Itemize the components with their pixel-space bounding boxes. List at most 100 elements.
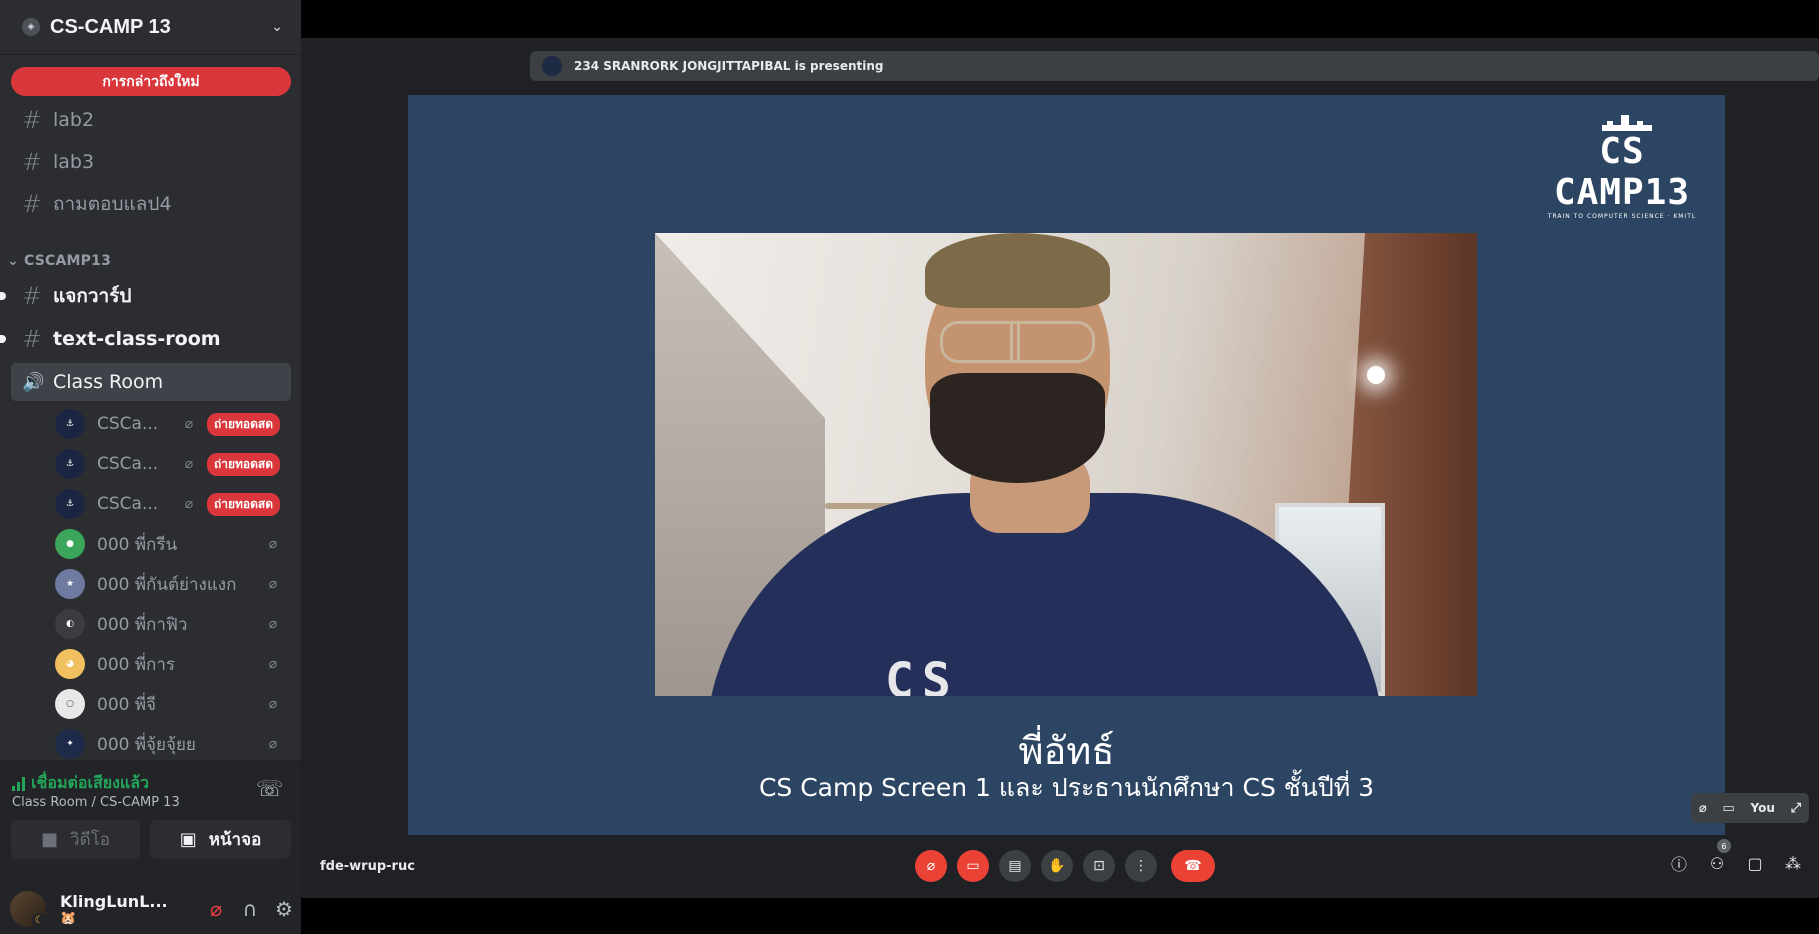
voice-user[interactable]: ★ 000 พี่กันต์ย่างแงก ⌀ [55,566,291,602]
channel-sidebar: ◈ CS-CAMP 13 ⌄ lab1 การกล่าวถึงใหม่ # la… [0,0,301,934]
text-channel-icon: # [22,106,43,134]
present-icon[interactable]: ⊡ [1083,850,1115,882]
channel-lab2[interactable]: # lab2 [11,101,291,139]
voice-user-name: CSCa... [97,454,159,474]
new-mentions-banner[interactable]: การกล่าวถึงใหม่ [11,67,291,96]
muted-mic-icon: ⌀ [268,576,278,592]
voice-user-name: CSCa... [97,414,159,434]
guild-header[interactable]: ◈ CS-CAMP 13 ⌄ [0,0,301,55]
person-hair [925,233,1110,308]
voice-user-name: 000 พี่จี [97,694,157,715]
muted-mic-icon: ⌀ [184,496,194,512]
raise-hand-icon[interactable]: ✋ [1041,850,1073,882]
signal-icon [12,776,25,791]
end-call-icon[interactable]: ☎ [1171,850,1215,882]
shirt-print: CS CAMP13 [885,653,959,696]
avatar: ✦ [55,729,85,759]
voice-status-label: เชื่อมต่อเสียงแล้ว [31,773,150,792]
participant-count: 6 [1717,839,1731,853]
voice-user[interactable]: ⚓ CSCa... ⌀ ถ่ายทอดสด [55,406,291,442]
channel-warp[interactable]: # แจกวาร์ป [0,277,291,315]
voice-user[interactable]: ◐ 000 พี่กาฟิว ⌀ [55,606,291,642]
headphones-icon[interactable]: ∩ [233,897,267,921]
channel-label: Class Room [53,371,164,393]
activities-icon[interactable]: ⁂ [1783,853,1803,873]
voice-user[interactable]: ● 000 พี่กรีน ⌀ [55,526,291,562]
avatar[interactable]: ☾ [10,891,46,927]
avatar: ● [55,529,85,559]
ceiling-light [1367,366,1385,384]
presenting-label: 234 SRANRORK JONGJITTAPIBAL is presentin… [574,59,884,73]
live-badge: ถ่ายทอดสด [206,412,280,436]
chevron-down-icon[interactable]: ⌄ [271,19,283,35]
user-info[interactable]: KlingLunL... 🐹 [60,892,199,926]
live-badge: ถ่ายทอดสด [206,452,280,476]
channel-label: text-class-room [53,328,221,350]
meeting-controls: ⌀ ▭ ▤ ✋ ⊡ ⋮ ☎ [915,850,1215,882]
camera-off-icon: ▭ [1722,800,1735,816]
channel-text-class-room[interactable]: # text-class-room [0,320,291,358]
stream-view: 234 SRANRORK JONGJITTAPIBAL is presentin… [301,0,1819,934]
camera-off-icon[interactable]: ▭ [957,850,989,882]
voice-user-name: 000 พี่กันต์ย่างแงก [97,574,237,595]
video-button[interactable]: ■ วิดีโอ [11,820,140,859]
live-badge: ถ่ายทอดสด [206,492,280,516]
channel-qa-lab4[interactable]: # ถามตอบแลป4 [11,185,291,223]
voice-user[interactable]: ○ 000 พี่จี ⌀ [55,686,291,722]
avatar: ◐ [55,609,85,639]
expand-icon[interactable]: ⤢ [1791,801,1801,816]
app-window: ◈ CS-CAMP 13 ⌄ lab1 การกล่าวถึงใหม่ # la… [0,0,1819,934]
voice-user[interactable]: ⚓ CSCa... ⌀ ถ่ายทอดสด [55,486,291,522]
logo-subtext: TRAIN TO COMPUTER SCIENCE · KMITL [1547,213,1697,220]
voice-channel-class-room[interactable]: 🔊 Class Room [11,363,291,401]
guild-boost-icon: ◈ [22,18,40,36]
people-icon[interactable]: ⚇ 6 [1707,839,1731,873]
disconnect-icon[interactable]: ☏ [256,777,284,802]
glasses-bridge [1010,321,1020,363]
presenting-bar: 234 SRANRORK JONGJITTAPIBAL is presentin… [530,51,1819,81]
muted-mic-icon: ⌀ [184,416,194,432]
meeting-code: fde-wrup-ruc [320,859,415,874]
user-custom-status: 🐹 [60,911,77,926]
voice-location[interactable]: Class Room / CS-CAMP 13 [12,795,180,810]
voice-user[interactable]: ✦ 000 พี่จุ้ยจุ้ยย ⌀ [55,726,291,762]
unread-indicator [0,335,6,343]
chat-icon[interactable]: ▢ [1745,853,1765,873]
speaker-role: CS Camp Screen 1 และ ประธานนักศึกษา CS ช… [758,773,1375,802]
category-header[interactable]: ⌄ CSCAMP13 [7,253,111,269]
voice-user[interactable]: ⚓ CSCa... ⌀ ถ่ายทอดสด [55,446,291,482]
more-options-icon[interactable]: ⋮ [1125,850,1157,882]
muted-mic-icon: ⌀ [268,536,278,552]
person-beard [930,373,1105,483]
captions-icon[interactable]: ▤ [999,850,1031,882]
voice-user[interactable]: ◕ 000 พี่การ ⌀ [55,646,291,682]
channel-label: ถามตอบแลป4 [53,193,172,215]
avatar: ⚓ [55,409,85,439]
muted-mic-icon: ⌀ [268,696,278,712]
avatar: ○ [55,689,85,719]
presentation-slide: CS CAMP13 TRAIN TO COMPUTER SCIENCE · KM… [408,95,1725,835]
self-view-tile[interactable]: ⌀ ▭ You ⤢ [1691,793,1809,823]
screen-label: หน้าจอ [208,830,262,850]
meeting-side-controls: ⓘ ⚇ 6 ▢ ⁂ [1669,839,1803,874]
info-icon[interactable]: ⓘ [1669,853,1689,874]
screen-share-button[interactable]: ▣ หน้าจอ [150,820,291,859]
channel-lab3[interactable]: # lab3 [11,143,291,181]
voice-user-name: 000 พี่การ [97,654,176,675]
text-channel-icon: # [22,190,43,218]
avatar: ⚓ [55,449,85,479]
camera-icon: ■ [41,829,59,850]
muted-mic-icon: ⌀ [184,456,194,472]
avatar: ◕ [55,649,85,679]
self-label: You [1750,801,1775,815]
voice-status[interactable]: เชื่อมต่อเสียงแล้ว [12,771,149,796]
mute-mic-icon[interactable]: ⌀ [199,897,233,921]
video-label: วิดีโอ [70,830,110,850]
voice-user-name: 000 พี่จุ้ยจุ้ยย [97,734,196,755]
mic-off-icon[interactable]: ⌀ [915,850,947,882]
gear-icon[interactable]: ⚙ [267,897,301,921]
speaker-camera-image: CS CAMP13 [655,233,1477,696]
category-label: CSCAMP13 [24,253,112,269]
avatar: ★ [55,569,85,599]
username: KlingLunL... [60,892,168,911]
